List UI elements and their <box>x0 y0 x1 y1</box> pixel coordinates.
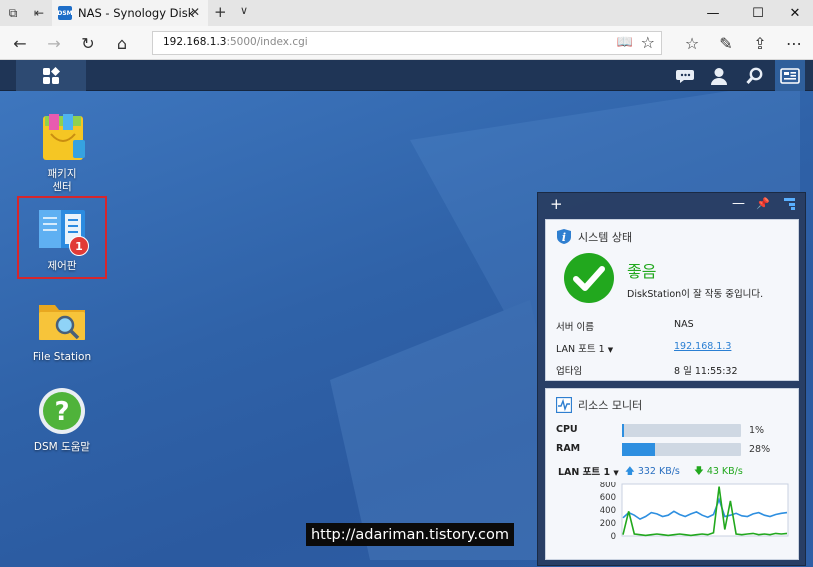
ram-percent: 28% <box>749 444 771 455</box>
widget-panel: + — 📌 i 시스템 상태 좋음 DiskStation이 잘 작동 중입니다… <box>537 192 806 566</box>
user-icon[interactable] <box>707 64 731 88</box>
set-tabs-aside-icon[interactable]: ⇤ <box>26 0 52 26</box>
y-tick-label: 600 <box>600 493 616 503</box>
lan-port-monitor-selector[interactable]: LAN 포트 1 ▼ <box>558 464 619 478</box>
dsm-favicon-icon: DSM <box>57 6 73 20</box>
dsm-help-label: DSM 도움말 <box>33 441 91 453</box>
dsm-taskbar <box>0 60 813 91</box>
widget-toolbar: + — 📌 <box>538 193 807 217</box>
ram-label: RAM <box>556 443 581 454</box>
cpu-label: CPU <box>556 424 578 435</box>
upload-rate: 🡅 332 KB/s <box>625 466 680 477</box>
check-icon <box>564 253 614 303</box>
dropdown-arrow-icon: ▼ <box>613 469 619 477</box>
widgets-toggle-icon[interactable] <box>775 60 805 91</box>
new-tab-icon[interactable]: + <box>214 3 227 21</box>
dsm-help-shortcut[interactable]: ? DSM 도움말 <box>17 385 107 454</box>
system-status-title: 시스템 상태 <box>578 230 633 244</box>
add-widget-icon[interactable]: + <box>550 195 563 213</box>
reading-view-icon[interactable]: 📖 <box>617 35 633 50</box>
tab-list-icon[interactable]: ⧉ <box>0 0 26 26</box>
main-menu-icon <box>43 66 60 84</box>
back-icon[interactable]: ← <box>8 32 32 54</box>
minimize-icon[interactable]: — <box>693 0 733 26</box>
dsm-desktop: 패키지 센터 1 제어판 File Station ? DSM 도움말 + — … <box>0 60 813 567</box>
address-text: 192.168.1.3:5000/index.cgi <box>163 36 308 48</box>
maximize-icon[interactable]: ☐ <box>738 0 778 26</box>
y-tick-label: 0 <box>611 532 616 542</box>
download-arrow-icon: 🡇 <box>694 466 704 477</box>
address-bar[interactable]: 192.168.1.3:5000/index.cgi 📖 ☆ <box>152 31 662 55</box>
favorites-hub-icon[interactable]: ☆ <box>680 32 704 54</box>
control-panel-shortcut[interactable]: 1 제어판 <box>17 206 107 273</box>
status-message: DiskStation이 잘 작동 중입니다. <box>627 289 764 300</box>
refresh-icon[interactable]: ↻ <box>76 32 100 54</box>
resource-monitor-title: 리소스 모니터 <box>578 399 643 412</box>
status-text: 좋음 <box>627 262 657 281</box>
home-icon[interactable]: ⌂ <box>110 32 134 54</box>
pin-widget-icon[interactable]: 📌 <box>756 197 770 210</box>
ram-bar <box>622 443 741 456</box>
file-station-shortcut[interactable]: File Station <box>17 297 107 364</box>
search-icon[interactable] <box>743 64 767 88</box>
browser-tab[interactable]: DSM NAS - Synology DiskSta ✕ <box>52 0 208 26</box>
network-chart: 800 600 400 200 0 <box>600 482 789 542</box>
notifications-icon[interactable] <box>673 64 697 88</box>
widget-settings-icon[interactable] <box>782 196 796 210</box>
ram-bar-fill <box>622 443 656 456</box>
system-status-header: i 시스템 상태 <box>556 228 632 245</box>
dropdown-arrow-icon: ▼ <box>607 346 614 354</box>
more-icon[interactable]: ⋯ <box>782 32 806 54</box>
main-menu-button[interactable] <box>16 60 86 91</box>
uptime-label: 업타임 <box>556 366 583 377</box>
cpu-percent: 1% <box>749 425 765 436</box>
window-close-icon[interactable]: ✕ <box>775 0 813 26</box>
resource-monitor-card: 리소스 모니터 CPU 1% RAM 28% LAN 포트 1 ▼ 🡅 332 … <box>545 388 799 560</box>
web-note-icon[interactable]: ✎ <box>714 32 738 54</box>
browser-tab-bar: ⧉ ⇤ DSM NAS - Synology DiskSta ✕ + ∨ — ☐… <box>0 0 813 26</box>
system-status-card: i 시스템 상태 좋음 DiskStation이 잘 작동 중입니다. 서버 이… <box>545 219 799 381</box>
favorite-star-icon[interactable]: ☆ <box>641 33 655 52</box>
collapse-widget-icon[interactable]: — <box>732 196 745 211</box>
package-center-shortcut[interactable]: 패키지 센터 <box>17 110 107 194</box>
package-center-label: 패키지 센터 <box>47 168 77 193</box>
y-tick-label: 400 <box>600 506 616 516</box>
lan-port-monitor-label: LAN 포트 1 <box>558 467 611 478</box>
watermark: http://adariman.tistory.com <box>306 523 514 546</box>
server-name-label: 서버 이름 <box>556 322 594 333</box>
control-panel-label: 제어판 <box>47 260 77 272</box>
package-center-icon <box>43 114 85 160</box>
upload-arrow-icon: 🡅 <box>625 466 635 477</box>
cpu-bar-fill <box>622 424 624 437</box>
svg-text:?: ? <box>54 397 69 427</box>
server-name-value: NAS <box>674 319 694 330</box>
forward-icon[interactable]: → <box>42 32 66 54</box>
uptime-value: 8 일 11:55:32 <box>674 366 738 377</box>
lan-ip-link[interactable]: 192.168.1.3 <box>674 341 731 352</box>
lan-port-label: LAN 포트 1 <box>556 344 605 355</box>
y-tick-label: 200 <box>600 519 616 529</box>
chart-plot-area <box>621 483 789 537</box>
dsm-help-icon: ? <box>39 388 85 434</box>
resource-monitor-icon <box>556 397 572 413</box>
browser-nav-bar: ← → ↻ ⌂ 192.168.1.3:5000/index.cgi 📖 ☆ ☆… <box>0 26 813 60</box>
share-icon[interactable]: ⇪ <box>748 32 772 54</box>
info-shield-icon: i <box>557 229 571 244</box>
resource-monitor-header: 리소스 모니터 <box>556 397 642 413</box>
tab-close-icon[interactable]: ✕ <box>190 5 200 19</box>
svg-text:i: i <box>562 231 566 244</box>
download-rate: 🡇 43 KB/s <box>694 466 743 477</box>
notification-badge: 1 <box>69 236 89 256</box>
file-station-label: File Station <box>32 351 92 363</box>
cpu-bar <box>622 424 741 437</box>
y-tick-label: 800 <box>600 482 616 490</box>
lan-port-selector[interactable]: LAN 포트 1 ▼ <box>556 341 613 355</box>
file-station-icon <box>39 305 85 340</box>
tab-title: NAS - Synology DiskSta <box>78 6 194 20</box>
tab-preview-chevron-icon[interactable]: ∨ <box>240 4 248 17</box>
